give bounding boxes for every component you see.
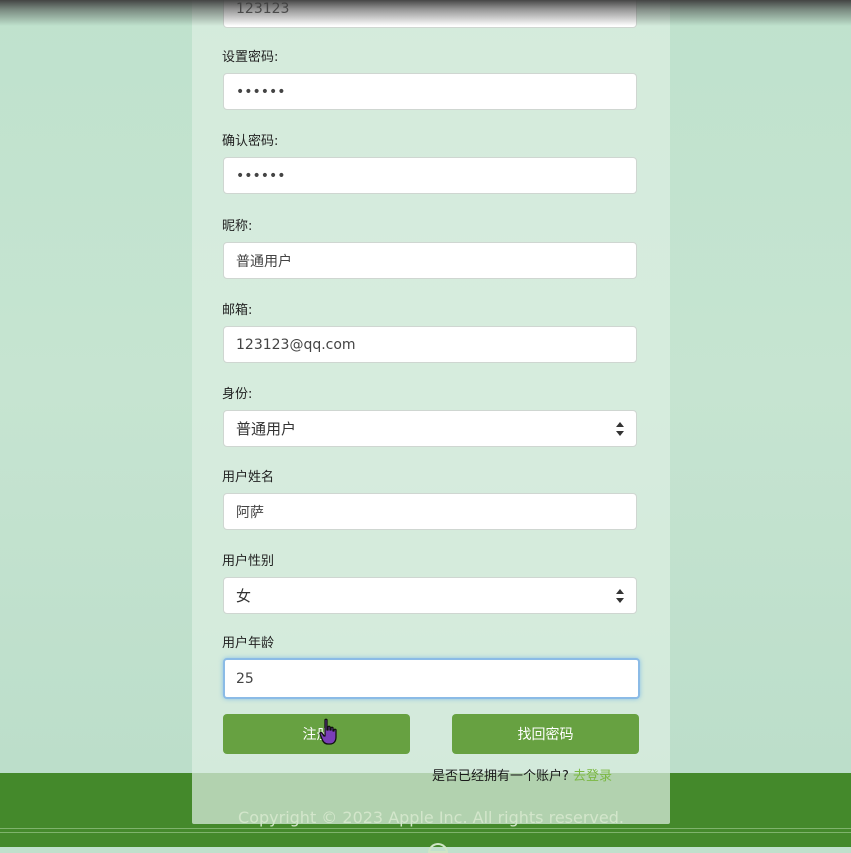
role-select[interactable]: 普通用户 [223,410,637,447]
gender-value: 女 [236,587,252,605]
sort-arrows-icon [616,589,624,603]
password-value: •••••• [236,83,286,100]
copyright-text: Copyright © 2023 Apple Inc. All rights r… [238,808,624,827]
email-value: 123123@qq.com [236,336,356,353]
login-prompt: 是否已经拥有一个账户? 去登录 [432,765,612,784]
footer-divider [0,828,851,829]
email-input[interactable]: 123123@qq.com [223,326,637,363]
password-input[interactable]: •••••• [223,73,637,110]
password-label: 设置密码: [222,50,279,65]
account-input[interactable]: 123123 [223,0,637,28]
login-prompt-text: 是否已经拥有一个账户? [432,769,569,784]
nickname-value: 普通用户 [236,253,292,270]
nickname-input[interactable]: 普通用户 [223,242,637,279]
age-value: 25 [236,670,254,687]
confirm-password-input[interactable]: •••••• [223,157,637,194]
confirm-password-value: •••••• [236,167,286,184]
account-value: 123123 [236,1,290,17]
gender-select[interactable]: 女 [223,577,637,614]
role-label: 身份: [222,387,253,402]
gender-label: 用户性别 [222,554,275,569]
role-value: 普通用户 [236,420,297,438]
register-button[interactable]: 注册 [223,714,410,754]
confirm-password-label: 确认密码: [222,134,279,149]
login-link[interactable]: 去登录 [573,769,612,784]
email-label: 邮箱: [222,303,253,318]
real-name-input[interactable]: 阿萨 [223,493,637,530]
sort-arrows-icon [616,422,624,436]
real-name-value: 阿萨 [236,504,264,521]
real-name-label: 用户姓名 [222,470,275,485]
recover-password-button[interactable]: 找回密码 [452,714,639,754]
recover-password-button-label: 找回密码 [517,727,574,743]
nickname-label: 昵称: [222,219,253,234]
hand-pointer-icon [319,718,337,745]
age-label: 用户年龄 [222,636,275,651]
age-input[interactable]: 25 [223,658,640,699]
footer-divider [0,832,851,833]
